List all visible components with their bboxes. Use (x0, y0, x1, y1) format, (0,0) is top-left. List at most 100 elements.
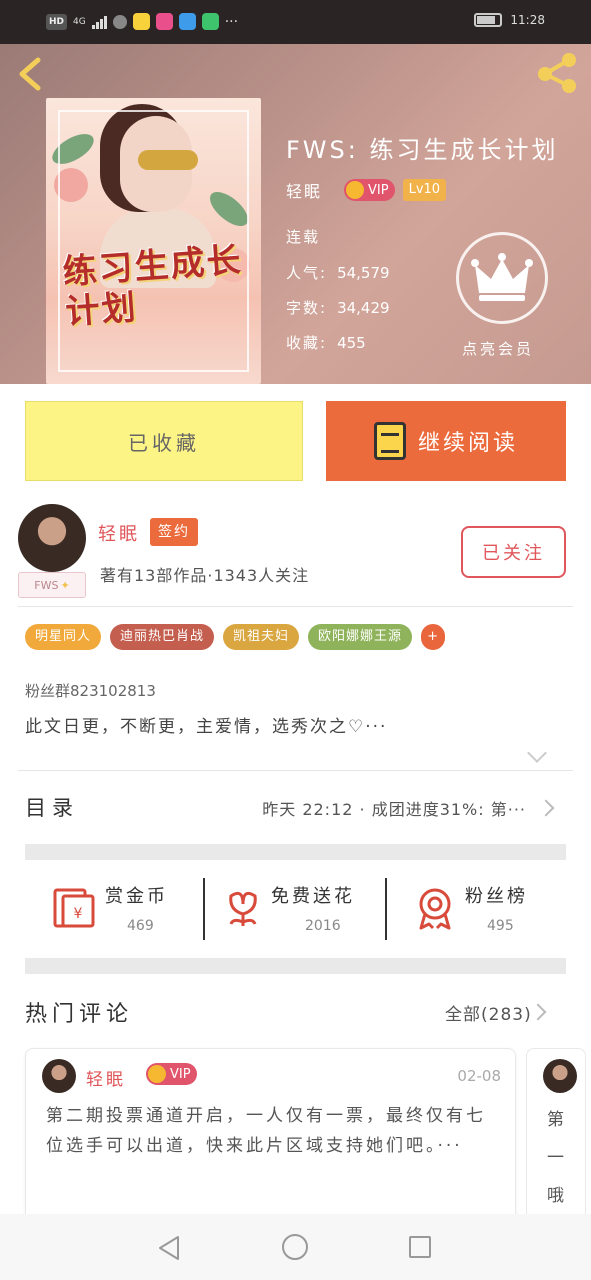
cover-title-art: 练习生成长计划 (61, 240, 244, 333)
free-flowers-item[interactable]: 免费送花 2016 (207, 870, 385, 950)
member-label[interactable]: 点亮会员 (462, 338, 534, 359)
reward-coins-item[interactable]: ¥ 赏金币 469 (25, 870, 205, 950)
flower-icon (229, 891, 257, 926)
status-right: 11:28 (474, 13, 545, 27)
author-avatar[interactable] (18, 504, 86, 572)
reward-coins-label: 赏金币 (105, 886, 168, 907)
serial-status: 连载 (286, 228, 321, 246)
continue-reading-label: 继续阅读 (417, 431, 518, 456)
level-badge: Lv10 (402, 179, 447, 201)
hot-comments-title: 热门评论 (25, 1002, 134, 1027)
app-icon-yellow (132, 13, 150, 30)
vip-label: VIP (368, 182, 389, 198)
tag-chip[interactable]: 凯祖夫妇 (223, 624, 300, 650)
section-separator (25, 844, 566, 860)
book-summary[interactable]: 此文日更，不断更，主爱情，选秀次之♡··· (25, 712, 387, 737)
table-of-contents-row[interactable]: 目录 昨天 22:12 · 成团进度31%: 第··· (25, 780, 566, 836)
vip-badge-pill: VIP (146, 1063, 197, 1085)
crown-icon (346, 181, 365, 199)
tag-chip[interactable]: 欧阳娜娜王源 (308, 624, 413, 650)
comment-text: 第二期投票通道开启，一人仅有一票，最终仅有七位选手可以出道，快来此片区域支持她们… (46, 1106, 486, 1156)
all-comments-link[interactable]: 全部(283) (445, 1000, 532, 1025)
section-separator (25, 958, 566, 974)
free-flowers-label: 免费送花 (271, 886, 355, 907)
nav-back-icon[interactable] (156, 1235, 182, 1261)
book-icon (373, 422, 406, 460)
comment-card[interactable]: 轻眠 VIP 02-08 第二期投票通道开启，一人仅有一票，最终仅有七位选手可以… (25, 1048, 516, 1228)
fws-badge-label: FWS (34, 578, 59, 592)
commenter-avatar[interactable] (42, 1059, 76, 1093)
divider (18, 606, 573, 607)
author-row: 轻眠 VIP Lv10 (286, 178, 447, 202)
nav-home-icon[interactable] (282, 1234, 308, 1260)
back-button[interactable] (14, 54, 50, 94)
book-title: FWS: 练习生成长计划 (286, 136, 559, 164)
continue-reading-button[interactable]: 继续阅读 (326, 401, 566, 481)
crown-icon (471, 253, 533, 301)
red-envelope-icon: ¥ (53, 888, 95, 928)
follow-button[interactable]: 已关注 (461, 526, 566, 578)
free-flowers-count: 2016 (305, 918, 341, 934)
word-count-value: 34,429 (337, 299, 390, 317)
toc-label: 目录 (25, 796, 79, 820)
author-stats: 著有13部作品·1343人关注 (100, 566, 310, 585)
chevron-right-icon (537, 799, 555, 817)
app-icon-blue (178, 13, 196, 30)
share-icon (538, 53, 576, 93)
book-cover[interactable]: 练习生成长计划 (46, 98, 261, 384)
author-name[interactable]: 轻眠 (286, 178, 322, 202)
support-stats: ¥ 赏金币 469 免费送花 2016 粉丝榜 495 (25, 870, 566, 950)
sparkle-icon: ✦ (60, 578, 70, 592)
reward-coins-count: 469 (127, 918, 154, 934)
word-count-stat: 字数: 34,429 (286, 297, 390, 318)
fws-badge: FWS ✦ (18, 572, 86, 598)
fan-ranking-count: 495 (487, 918, 514, 934)
medal-icon (419, 888, 451, 930)
book-header: 练习生成长计划 FWS: 练习生成长计划 轻眠 VIP Lv10 连载 人气: 5… (0, 44, 591, 384)
author-name-secondary[interactable]: 轻眠 (98, 520, 140, 546)
status-bar: HD 4G ··· 11:28 (0, 0, 591, 44)
collected-button[interactable]: 已收藏 (25, 401, 303, 481)
word-count-label: 字数: (286, 299, 328, 317)
expand-chevron-icon[interactable] (527, 743, 547, 763)
tag-chip[interactable]: 明星同人 (25, 624, 102, 650)
popularity-label: 人气: (286, 264, 328, 282)
more-tags-button[interactable]: + (421, 624, 446, 650)
latest-chapter: 昨天 22:12 · 成团进度31%: 第··· (262, 800, 526, 819)
comment-text-partial: 第一哦 (547, 1110, 564, 1206)
share-button[interactable] (533, 50, 581, 96)
app-icon-pink (155, 13, 173, 30)
fan-ranking-label: 粉丝榜 (465, 886, 528, 907)
member-button[interactable] (456, 232, 548, 324)
network-type: 4G (73, 16, 86, 27)
commenter-name[interactable]: 轻眠 (86, 1065, 126, 1090)
tag-chip[interactable]: 迪丽热巴肖战 (110, 624, 215, 650)
fan-group-number: 粉丝群823102813 (25, 682, 156, 700)
popularity-value: 54,579 (337, 264, 390, 282)
fan-ranking-item[interactable]: 粉丝榜 495 (389, 870, 566, 950)
popularity-stat: 人气: 54,579 (286, 262, 390, 283)
hd-indicator: HD (46, 13, 68, 30)
signed-badge: 签约 (150, 518, 198, 546)
globe-icon (112, 14, 127, 29)
vip-badge: VIP (344, 179, 395, 201)
crown-icon (148, 1065, 166, 1083)
divider (18, 770, 573, 771)
favorites-value: 455 (337, 334, 366, 352)
chevron-right-icon[interactable] (529, 1003, 547, 1021)
more-notifications-icon: ··· (224, 13, 239, 30)
clock: 11:28 (510, 13, 545, 27)
system-nav-bar (0, 1214, 591, 1280)
status-left: HD 4G ··· (46, 13, 238, 30)
chevron-left-icon (19, 57, 41, 91)
comment-card-partial[interactable]: 第一哦 (526, 1048, 586, 1228)
nav-recents-icon[interactable] (409, 1236, 431, 1258)
app-icon-green (201, 13, 219, 30)
stat-separator (203, 878, 205, 940)
vip-label: VIP (170, 1066, 191, 1082)
signal-icon (91, 15, 107, 29)
favorites-label: 收藏: (286, 334, 328, 352)
comment-date: 02-08 (457, 1067, 501, 1085)
battery-icon (474, 13, 503, 27)
tag-list: 明星同人 迪丽热巴肖战 凯祖夫妇 欧阳娜娜王源 + (25, 624, 446, 650)
